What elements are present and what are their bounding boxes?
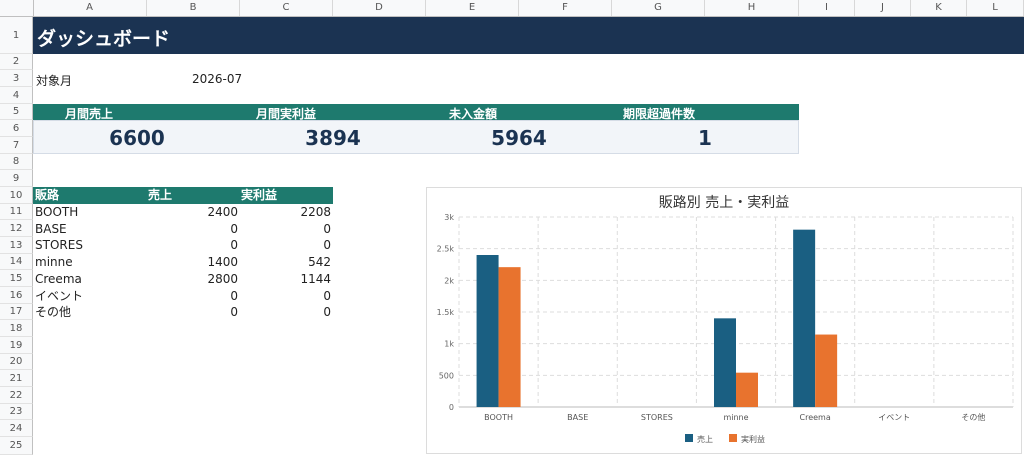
x-tick-label: イベント	[878, 413, 910, 422]
table-cell-profit[interactable]: 2208	[251, 204, 331, 220]
table-cell-sales[interactable]: 0	[158, 221, 238, 237]
row-header-14[interactable]: 14	[0, 254, 33, 270]
column-header-j[interactable]: J	[855, 0, 911, 16]
month-label[interactable]: 対象月	[36, 72, 72, 89]
chart-svg: 販路別 売上・実利益 0 500 1k 1.5k 2k 2.5k 3k BOOTH BASE STO…	[437, 195, 1014, 444]
bar-sales	[714, 318, 736, 407]
y-tick-label: 1k	[444, 340, 454, 349]
column-header-l[interactable]: L	[967, 0, 1024, 16]
table-cell-channel[interactable]: その他	[35, 304, 71, 320]
bar-profit	[498, 267, 521, 407]
x-tick-label: BOOTH	[484, 413, 513, 422]
y-tick-label: 2.5k	[437, 245, 455, 254]
bar-profit	[815, 334, 838, 407]
table-cell-channel[interactable]: BASE	[35, 221, 67, 237]
column-header-a[interactable]: A	[33, 0, 147, 16]
kpi-value-overdue[interactable]: 1	[645, 126, 765, 150]
table-cell-channel[interactable]: BOOTH	[35, 204, 78, 220]
column-header-bar: A B C D E F G H I J K L	[0, 0, 1024, 17]
row-header-5[interactable]: 5	[0, 104, 33, 120]
table-cell-channel[interactable]: Creema	[35, 271, 82, 287]
table-header-sales[interactable]: 売上	[148, 187, 172, 204]
legend-label: 売上	[697, 434, 713, 444]
sales-profit-chart[interactable]: 販路別 売上・実利益 0 500 1k 1.5k 2k 2.5k 3k BOOTH BASE STO…	[426, 187, 1022, 454]
legend-swatch	[729, 434, 737, 442]
y-tick-label: 3k	[444, 213, 454, 222]
table-header-channel[interactable]: 販路	[35, 187, 59, 204]
row-header-15[interactable]: 15	[0, 270, 33, 287]
row-header-19[interactable]: 19	[0, 337, 33, 354]
table-cell-profit[interactable]: 0	[251, 221, 331, 237]
bar-sales	[793, 229, 816, 407]
kpi-value-profit[interactable]: 3894	[273, 126, 393, 150]
table-cell-channel[interactable]: イベント	[35, 288, 83, 304]
kpi-value-sales[interactable]: 6600	[77, 126, 197, 150]
row-header-3[interactable]: 3	[0, 70, 33, 87]
y-tick-label: 1.5k	[437, 308, 455, 317]
row-header-24[interactable]: 24	[0, 420, 33, 437]
table-cell-sales[interactable]: 0	[158, 288, 238, 304]
table-cell-profit[interactable]: 1144	[251, 271, 331, 287]
row-header-7[interactable]: 7	[0, 137, 33, 154]
row-header-11[interactable]: 11	[0, 204, 33, 220]
x-tick-label: その他	[961, 412, 985, 422]
row-header-25[interactable]: 25	[0, 437, 33, 455]
table-cell-channel[interactable]: minne	[35, 254, 73, 270]
row-header-2[interactable]: 2	[0, 54, 33, 70]
row-header-18[interactable]: 18	[0, 320, 33, 337]
x-tick-label: STORES	[641, 413, 673, 422]
row-header-16[interactable]: 16	[0, 287, 33, 304]
x-tick-label: BASE	[567, 413, 588, 422]
column-header-g[interactable]: G	[612, 0, 705, 16]
column-header-i[interactable]: I	[799, 0, 855, 16]
y-tick-label: 2k	[444, 276, 454, 285]
column-header-k[interactable]: K	[911, 0, 967, 16]
x-tick-label: minne	[723, 413, 748, 422]
row-header-10[interactable]: 10	[0, 187, 33, 204]
column-header-c[interactable]: C	[240, 0, 333, 16]
row-header-1[interactable]: 1	[0, 17, 33, 54]
bar-sales	[476, 255, 499, 407]
kpi-value-unpaid[interactable]: 5964	[459, 126, 579, 150]
legend-label: 実利益	[741, 434, 765, 444]
table-cell-sales[interactable]: 2400	[158, 204, 238, 220]
channel-table-header	[33, 187, 333, 204]
table-cell-sales[interactable]: 0	[158, 237, 238, 253]
y-tick-label: 0	[449, 403, 454, 412]
month-value[interactable]: 2026-07	[192, 72, 242, 86]
table-cell-profit[interactable]: 0	[251, 304, 331, 320]
table-header-profit[interactable]: 実利益	[241, 187, 277, 204]
column-header-h[interactable]: H	[705, 0, 799, 16]
row-header-17[interactable]: 17	[0, 304, 33, 320]
bar-profit	[736, 372, 758, 407]
table-cell-channel[interactable]: STORES	[35, 237, 83, 253]
table-cell-sales[interactable]: 0	[158, 304, 238, 320]
row-header-21[interactable]: 21	[0, 370, 33, 387]
column-header-f[interactable]: F	[519, 0, 612, 16]
row-header-8[interactable]: 8	[0, 154, 33, 170]
row-header-13[interactable]: 13	[0, 237, 33, 254]
row-header-9[interactable]: 9	[0, 170, 33, 187]
chart-title: 販路別 売上・実利益	[659, 195, 789, 211]
table-cell-profit[interactable]: 0	[251, 237, 331, 253]
table-cell-sales[interactable]: 2800	[158, 271, 238, 287]
row-header-22[interactable]: 22	[0, 387, 33, 404]
table-cell-profit[interactable]: 0	[251, 288, 331, 304]
dashboard-title-bar: ダッシュボード	[33, 17, 1024, 54]
table-cell-sales[interactable]: 1400	[158, 254, 238, 270]
column-header-d[interactable]: D	[333, 0, 426, 16]
row-header-20[interactable]: 20	[0, 354, 33, 370]
dashboard-title: ダッシュボード	[37, 28, 171, 50]
column-header-e[interactable]: E	[426, 0, 519, 16]
row-header-6[interactable]: 6	[0, 120, 33, 137]
legend-swatch	[685, 434, 693, 442]
x-tick-label: Creema	[800, 413, 831, 422]
row-header-12[interactable]: 12	[0, 220, 33, 237]
row-header-4[interactable]: 4	[0, 87, 33, 104]
select-all-corner[interactable]	[0, 0, 34, 16]
row-header-23[interactable]: 23	[0, 404, 33, 420]
column-header-b[interactable]: B	[147, 0, 240, 16]
table-cell-profit[interactable]: 542	[251, 254, 331, 270]
y-tick-label: 500	[439, 371, 454, 380]
